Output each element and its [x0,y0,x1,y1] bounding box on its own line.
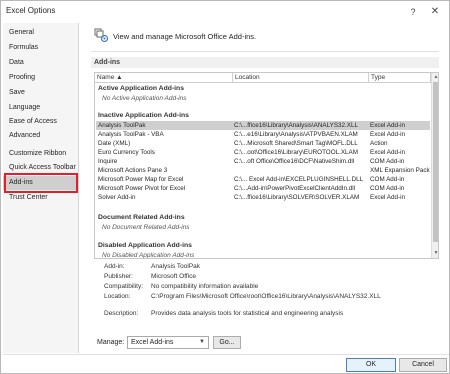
sidebar-item-language[interactable]: Language [3,101,79,115]
scroll-up-arrow-icon[interactable]: ▲ [432,73,438,81]
selection-highlight-box [4,173,78,193]
help-button[interactable]: ? [405,4,421,20]
sidebar-item-data[interactable]: Data [3,56,79,70]
location-label: Location: [104,293,131,300]
group-empty-disabled: No Disabled Application Add-ins [102,252,195,259]
cancel-button[interactable]: Cancel [399,358,447,372]
addin-value: Analysis ToolPak [151,263,201,270]
title-bar: Excel Options ? ✕ [1,1,449,23]
cell-location: C:\...e16\Library\Analysis\ATPVBAEN.XLAM [234,131,358,138]
table-row[interactable]: Microsoft Power Map for Excel C:\... Exc… [96,175,430,184]
publisher-label: Publisher: [104,273,133,280]
manage-dropdown[interactable]: Excel Add-ins ▼ [127,336,209,349]
manage-dropdown-value: Excel Add-ins [131,339,174,346]
cell-location: C:\...ffice16\Library\SOLVER\SOLVER.XLAM [234,194,360,201]
cell-name: Inquire [98,158,118,165]
cell-type: COM Add-in [370,158,405,165]
addins-icon [94,28,109,43]
sidebar-item-general[interactable]: General [3,26,79,40]
group-empty-active: No Active Application Add-ins [102,95,187,102]
options-sidebar: General Formulas Data Proofing Save Lang… [3,23,79,353]
table-row[interactable]: Euro Currency Tools C:\...oot\Office16\L… [96,148,430,157]
cell-name: Solver Add-in [98,194,136,201]
cell-type: Excel Add-in [370,149,406,156]
cell-name: Microsoft Actions Pane 3 [98,167,168,174]
table-row[interactable]: Inquire C:\...oft Office\Office16\DCF\Na… [96,157,430,166]
page-header: View and manage Microsoft Office Add-ins… [93,27,433,47]
page-description: View and manage Microsoft Office Add-ins… [113,32,257,41]
cell-type: COM Add-in [370,185,405,192]
group-title-inactive: Inactive Application Add-ins [98,112,189,119]
cell-name: Analysis ToolPak - VBA [98,131,164,138]
cell-type: Excel Add-in [370,122,406,129]
sidebar-item-ease-of-access[interactable]: Ease of Access [3,115,79,129]
sidebar-item-trust-center[interactable]: Trust Center [3,191,79,205]
table-row[interactable]: Microsoft Actions Pane 3 XML Expansion P… [96,166,430,175]
description-label: Description: [104,310,139,317]
group-empty-document: No Document Related Add-ins [102,224,190,231]
cell-name: Microsoft Power Pivot for Excel [98,185,186,192]
cell-type: COM Add-in [370,176,405,183]
cell-type: Excel Add-in [370,194,406,201]
scroll-thumb[interactable] [433,82,438,242]
header-divider [91,51,439,52]
cell-name: Analysis ToolPak [98,122,146,129]
column-header-type[interactable]: Type [369,73,431,83]
cell-name: Euro Currency Tools [98,149,155,156]
cell-location: C:\...Microsoft Shared\Smart Tag\MOFL.DL… [234,140,358,147]
addins-list[interactable]: Name ▲ Location Type Active Application … [94,72,439,259]
go-button[interactable]: Go... [213,336,241,349]
list-scrollbar[interactable]: ▲ ▼ [431,73,438,258]
close-button[interactable]: ✕ [427,4,443,20]
cell-location: C:\...Add-in\PowerPivotExcelClientAddIn.… [234,185,356,192]
location-value: C:\Program Files\Microsoft Office\root\O… [151,293,381,300]
sidebar-item-proofing[interactable]: Proofing [3,71,79,85]
description-value: Provides data analysis tools for statist… [151,310,344,317]
publisher-value: Microsoft Office [151,273,197,280]
excel-options-window: Excel Options ? ✕ General Formulas Data … [0,0,450,374]
table-row[interactable]: Solver Add-in C:\...ffice16\Library\SOLV… [96,193,430,202]
scroll-down-arrow-icon[interactable]: ▼ [432,249,438,257]
cell-location: C:\...oft Office\Office16\DCF\NativeShim… [234,158,355,165]
table-row[interactable]: Analysis ToolPak C:\...ffice16\Library\A… [96,121,430,130]
group-title-disabled: Disabled Application Add-ins [98,242,192,249]
table-row[interactable]: Date (XML) C:\...Microsoft Shared\Smart … [96,139,430,148]
addin-label: Add-in: [104,263,125,270]
sidebar-item-advanced[interactable]: Advanced [3,129,79,143]
cell-location: C:\...ffice16\Library\Analysis\ANALYS32.… [234,122,359,129]
sidebar-item-save[interactable]: Save [3,86,79,100]
column-header-name[interactable]: Name ▲ [95,73,233,83]
compatibility-value: No compatibility information available [151,283,259,290]
footer-divider [3,354,449,355]
chevron-down-icon: ▼ [199,339,205,345]
cell-name: Microsoft Power Map for Excel [98,176,184,183]
cell-location: C:\... Excel Add-in\EXCELPLUGINSHELL.DLL [234,176,364,183]
sidebar-item-customize-ribbon[interactable]: Customize Ribbon [3,147,79,161]
sidebar-item-formulas[interactable]: Formulas [3,41,79,55]
cell-type: Action [370,140,388,147]
group-title-document: Document Related Add-ins [98,214,185,221]
ok-button[interactable]: OK [346,358,396,372]
group-title-active: Active Application Add-ins [98,85,184,92]
compatibility-label: Compatibility: [104,283,144,290]
window-title: Excel Options [6,6,56,15]
table-row[interactable]: Microsoft Power Pivot for Excel C:\...Ad… [96,184,430,193]
cell-type: XML Expansion Pack [370,167,430,174]
cell-name: Date (XML) [98,140,131,147]
table-row[interactable]: Analysis ToolPak - VBA C:\...e16\Library… [96,130,430,139]
cell-location: C:\...oot\Office16\Library\EUROTOOL.XLAM [234,149,359,156]
manage-label: Manage: [97,339,125,346]
column-header-location[interactable]: Location [233,73,369,83]
addins-section-header: Add-ins [91,57,439,68]
cell-type: Excel Add-in [370,131,406,138]
